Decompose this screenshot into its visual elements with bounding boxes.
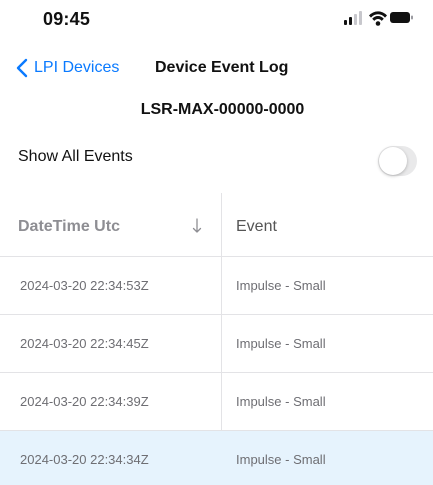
- nav-bar: LPI Devices Device Event Log: [0, 52, 433, 84]
- status-icons: [344, 11, 413, 26]
- column-header-event[interactable]: Event: [236, 218, 277, 236]
- table-row-selected[interactable]: 2024-03-20 22:34:34Z Impulse - Small: [0, 431, 433, 485]
- cell-datetime: 2024-03-20 22:34:53Z: [20, 278, 149, 293]
- status-bar: 09:45: [0, 0, 433, 40]
- cell-datetime: 2024-03-20 22:34:34Z: [20, 452, 149, 467]
- back-button-label: LPI Devices: [34, 59, 120, 76]
- show-all-events-row: Show All Events: [0, 140, 433, 184]
- cell-event: Impulse - Small: [236, 394, 326, 409]
- column-header-datetime[interactable]: DateTime Utc: [18, 218, 120, 236]
- battery-icon: [390, 12, 413, 23]
- signal-icon: [344, 11, 362, 25]
- sort-arrow-down-icon[interactable]: [190, 217, 204, 235]
- wifi-icon: [369, 11, 387, 26]
- device-id: LSR-MAX-00000-0000: [140, 101, 305, 118]
- page-title: Device Event Log: [155, 59, 289, 76]
- event-table: DateTime Utc Event 2024-03-20 22:34:53Z …: [0, 193, 433, 485]
- table-row[interactable]: 2024-03-20 22:34:39Z Impulse - Small: [0, 373, 433, 431]
- toggle-knob: [379, 147, 407, 175]
- chevron-left-icon: [16, 58, 28, 78]
- cell-datetime: 2024-03-20 22:34:39Z: [20, 394, 149, 409]
- cell-event: Impulse - Small: [236, 278, 326, 293]
- show-all-events-label: Show All Events: [18, 148, 133, 165]
- table-row[interactable]: 2024-03-20 22:34:53Z Impulse - Small: [0, 257, 433, 315]
- cell-event: Impulse - Small: [236, 452, 326, 467]
- back-button[interactable]: LPI Devices: [16, 56, 119, 80]
- table-header: DateTime Utc Event: [0, 193, 433, 257]
- cell-datetime: 2024-03-20 22:34:45Z: [20, 336, 149, 351]
- table-row[interactable]: 2024-03-20 22:34:45Z Impulse - Small: [0, 315, 433, 373]
- show-all-events-toggle[interactable]: [378, 146, 417, 176]
- status-time: 09:45: [43, 9, 91, 29]
- cell-event: Impulse - Small: [236, 336, 326, 351]
